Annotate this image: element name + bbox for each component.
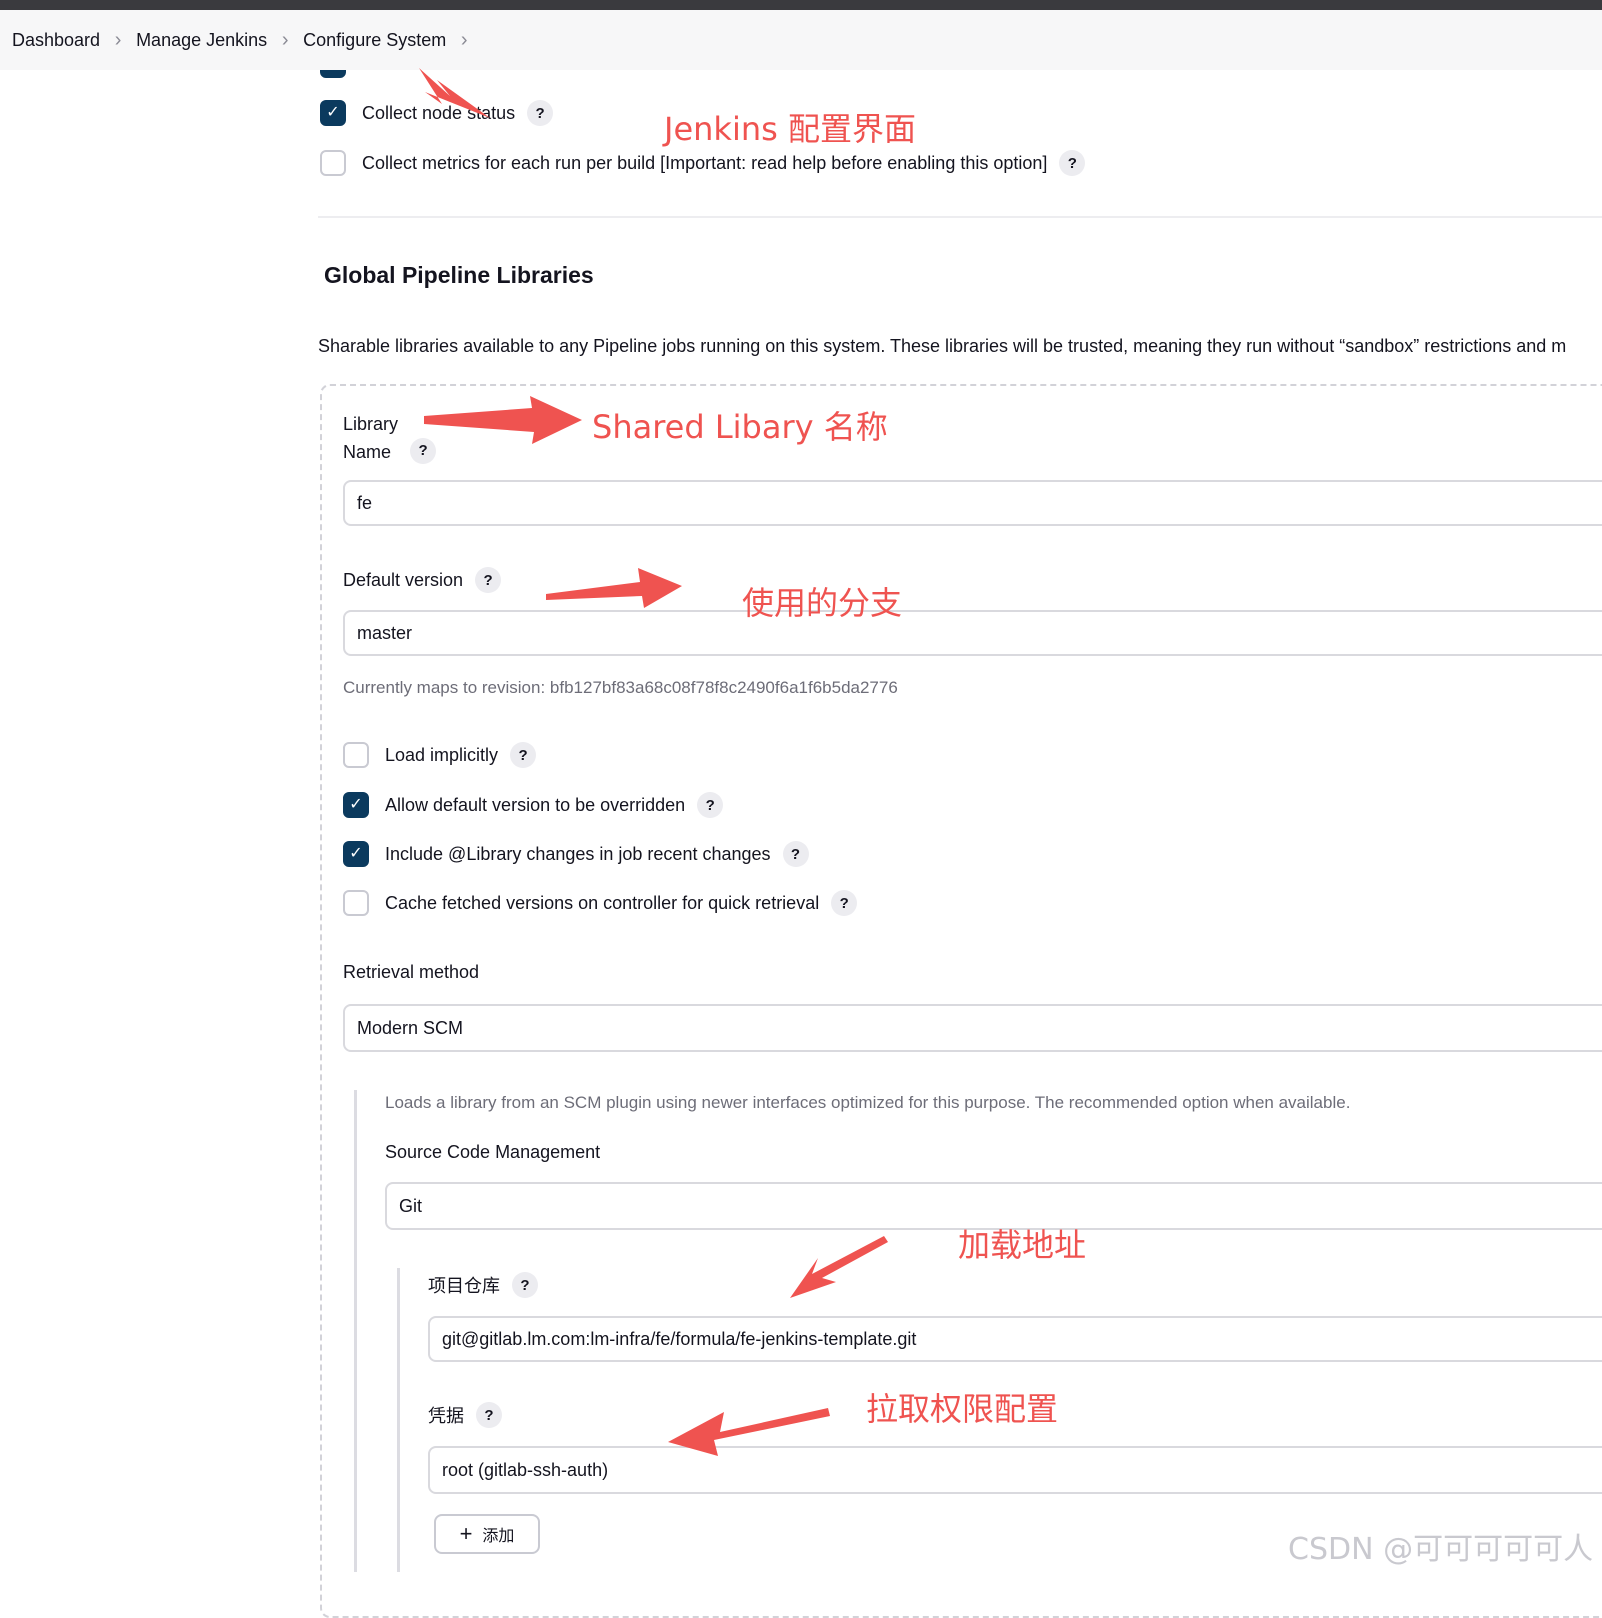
option-load-implicitly: Load implicitly ? [343, 742, 537, 768]
help-icon[interactable]: ? [831, 890, 858, 916]
watermark: CSDN @可可可可可人 [1288, 1532, 1594, 1567]
library-name-input[interactable]: fe [343, 480, 1602, 526]
option-label: Allow default version to be overridden [385, 794, 686, 815]
nested-section-bar [397, 1268, 400, 1572]
breadcrumb-dashboard[interactable]: Dashboard [12, 30, 100, 51]
annotation-config-page: Jenkins 配置界面 [664, 110, 916, 148]
chevron-right-icon[interactable]: › [446, 29, 482, 52]
check-icon: ✓ [326, 104, 340, 121]
option-label: Collect node status [362, 102, 516, 123]
plus-icon: + [459, 1521, 473, 1546]
check-icon: ✓ [349, 796, 363, 813]
window-top-bar [0, 0, 1602, 10]
help-icon[interactable]: ? [697, 792, 724, 818]
help-icon[interactable]: ? [476, 1402, 502, 1428]
option-label: Include @Library changes in job recent c… [385, 843, 771, 864]
help-icon[interactable]: ? [510, 742, 537, 768]
section-description: Sharable libraries available to any Pipe… [318, 336, 1567, 356]
chevron-right-icon: › [114, 28, 122, 51]
annotation-pull-permission: 拉取权限配置 [866, 1390, 1059, 1428]
revision-note: Currently maps to revision: bfb127bf83a6… [343, 678, 898, 697]
add-button-label: 添加 [482, 1528, 515, 1545]
help-icon[interactable]: ? [527, 100, 554, 126]
scm-label: Source Code Management [385, 1142, 601, 1162]
help-icon[interactable]: ? [782, 841, 809, 867]
option-collect-metrics: Collect metrics for each run per build [… [320, 150, 1086, 176]
retrieval-method-select[interactable]: Modern SCM [343, 1004, 1602, 1052]
retrieval-method-label: Retrieval method [343, 962, 480, 982]
checkbox-allow-override[interactable]: ✓ [343, 792, 369, 818]
annotation-branch: 使用的分支 [742, 584, 903, 622]
section-title: Global Pipeline Libraries [324, 262, 594, 288]
breadcrumb: Dashboard › Manage Jenkins › Configure S… [0, 10, 1602, 70]
chevron-right-icon: › [281, 28, 289, 51]
option-collect-node-status: ✓ Collect node status ? [320, 100, 554, 126]
default-version-input[interactable]: master [343, 610, 1602, 656]
option-label: Load implicitly [385, 744, 499, 765]
help-icon[interactable]: ? [475, 567, 502, 593]
checkbox-cache-versions[interactable] [343, 890, 369, 916]
checkbox-load-implicitly[interactable] [343, 742, 369, 768]
annotation-library-name: Shared Libary 名称 [592, 408, 888, 446]
retrieval-note: Loads a library from an SCM plugin using… [385, 1093, 1351, 1112]
option-label: Cache fetched versions on controller for… [385, 892, 820, 913]
default-version-label: Default version ? [343, 567, 502, 593]
option-allow-override: ✓ Allow default version to be overridden… [343, 792, 724, 818]
label-text: Default version [343, 569, 464, 590]
label-line: Library [343, 414, 399, 434]
label-text: 凭据 [428, 1406, 464, 1426]
repo-label: 项目仓库 ? [428, 1272, 538, 1298]
library-name-label: Library Name ? [343, 410, 437, 466]
nested-section-bar [354, 1090, 357, 1572]
credentials-select[interactable]: root (gitlab-ssh-auth) [428, 1446, 1602, 1494]
label-text: 项目仓库 [428, 1276, 500, 1296]
checkbox-collect-node-status[interactable]: ✓ [320, 100, 346, 126]
check-icon: ✓ [349, 845, 363, 862]
library-card [320, 384, 1602, 1618]
annotation-load-address: 加载地址 [958, 1226, 1087, 1264]
section-divider [318, 216, 1602, 218]
checkbox-include-changes[interactable]: ✓ [343, 841, 369, 867]
credentials-label: 凭据 ? [428, 1402, 502, 1428]
option-label: Collect metrics for each run per build [… [362, 152, 1048, 173]
checkbox-collect-metrics[interactable] [320, 150, 346, 176]
breadcrumb-configure-system[interactable]: Configure System [303, 30, 446, 51]
help-icon[interactable]: ? [1059, 150, 1086, 176]
breadcrumb-manage-jenkins[interactable]: Manage Jenkins [136, 30, 267, 51]
repo-url-input[interactable]: git@gitlab.lm.com:lm-infra/fe/formula/fe… [428, 1316, 1602, 1362]
option-include-changes: ✓ Include @Library changes in job recent… [343, 841, 809, 867]
help-icon[interactable]: ? [410, 438, 437, 464]
help-icon[interactable]: ? [512, 1272, 538, 1298]
option-cache-versions: Cache fetched versions on controller for… [343, 890, 858, 916]
label-line: Name [343, 442, 392, 462]
add-credentials-button[interactable]: + 添加 [434, 1514, 540, 1554]
